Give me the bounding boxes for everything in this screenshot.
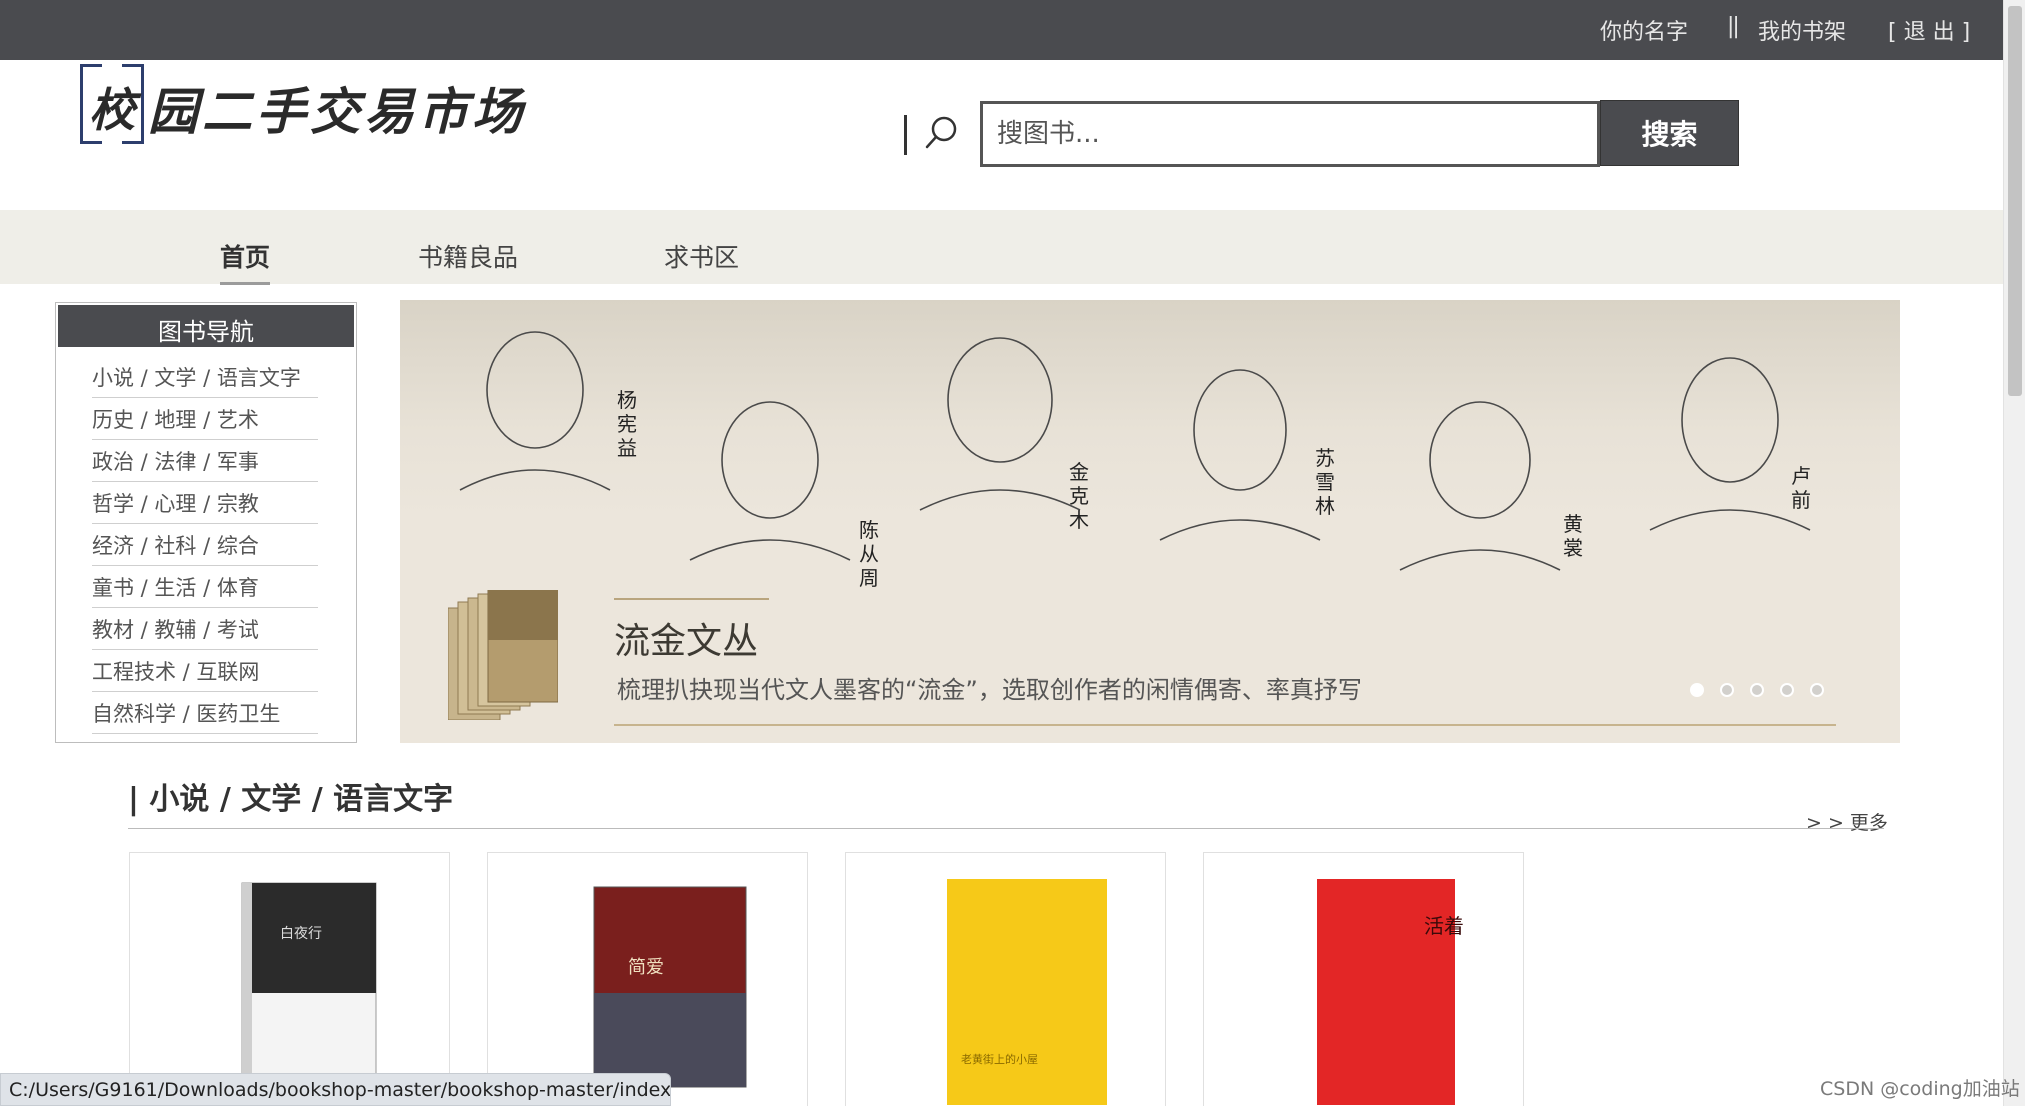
search-input[interactable] xyxy=(980,101,1600,167)
book-card[interactable]: 活着 xyxy=(1203,852,1524,1106)
sidebar-title: 图书导航 xyxy=(58,305,354,347)
logo-text: 园二手交易市场 xyxy=(148,82,526,141)
sidebar-item-textbooks[interactable]: 教材 / 教辅 / 考试 xyxy=(92,608,318,650)
sidebar-item-fiction[interactable]: 小说 / 文学 / 语言文字 xyxy=(92,356,318,398)
sidebar-item-economics[interactable]: 经济 / 社科 / 综合 xyxy=(92,524,318,566)
book-card[interactable]: 白夜行 xyxy=(129,852,450,1106)
banner-baseline xyxy=(614,724,1836,726)
nav-good-books[interactable]: 书籍良品 xyxy=(418,238,518,274)
watermark: CSDN @coding加油站 xyxy=(1820,1078,2020,1100)
sidebar-item-children[interactable]: 童书 / 生活 / 体育 xyxy=(92,566,318,608)
section-divider xyxy=(128,828,1884,829)
banner-name-3: 金克木 xyxy=(1069,460,1089,532)
book-cover-title: 老黄街上的小屋 xyxy=(961,1052,1038,1066)
carousel-dot-5[interactable] xyxy=(1810,683,1824,697)
banner-title: 流金文丛 xyxy=(614,621,759,662)
main-nav: 首页 书籍良品 求书区 xyxy=(0,210,2003,284)
nav-request-books[interactable]: 求书区 xyxy=(664,238,739,274)
carousel-dot-4[interactable] xyxy=(1780,683,1794,697)
banner-name-4: 苏雪林 xyxy=(1315,446,1335,518)
banner-name-5: 黄裳 xyxy=(1563,512,1583,560)
promo-banner[interactable]: 杨宪益 陈从周 金克木 苏雪林 黄裳 卢前 流金文丛 梳理扒抉现当代文人墨客的“… xyxy=(400,300,1900,743)
site-logo[interactable]: 校 园二手交易市场 xyxy=(80,62,522,146)
banner-subtitle: 梳理扒抉现当代文人墨客的“流金”，选取创作者的闲情偶寄、率真抒写 xyxy=(617,676,1362,704)
sidebar-item-philosophy[interactable]: 哲学 / 心理 / 宗教 xyxy=(92,482,318,524)
search-divider xyxy=(904,115,907,155)
logout-link[interactable]: [ 退 出 ] xyxy=(1888,14,1970,46)
book-cover-title: 简爱 xyxy=(628,957,664,978)
banner-name-6: 卢前 xyxy=(1791,464,1811,512)
carousel-dot-3[interactable] xyxy=(1750,683,1764,697)
carousel-dot-2[interactable] xyxy=(1720,683,1734,697)
sidebar-item-science[interactable]: 自然科学 / 医药卫生 xyxy=(92,692,318,734)
scrollbar-thumb[interactable] xyxy=(2008,6,2022,396)
top-bar: 你的名字 || 我的书架 [ 退 出 ] xyxy=(0,0,2003,60)
sidebar-item-history[interactable]: 历史 / 地理 / 艺术 xyxy=(92,398,318,440)
bookshelf-link[interactable]: 我的书架 xyxy=(1758,14,1846,46)
book-cover-image: 活着 xyxy=(1317,879,1464,1105)
nav-active-indicator xyxy=(220,282,270,285)
section-title: | 小说 / 文学 / 语言文字 xyxy=(128,782,454,817)
banner-book-set-image xyxy=(448,590,558,720)
status-bar-url: C:/Users/G9161/Downloads/bookshop-master… xyxy=(0,1073,671,1106)
book-card[interactable]: 简爱 xyxy=(487,852,808,1106)
search-icon xyxy=(922,114,962,154)
nav-home[interactable]: 首页 xyxy=(220,238,270,274)
carousel-dot-1[interactable] xyxy=(1690,683,1704,697)
logo-seal-char: 校 xyxy=(89,83,135,137)
username-link[interactable]: 你的名字 xyxy=(1600,14,1688,46)
book-cover-image: 老黄街上的小屋 xyxy=(947,879,1107,1105)
book-cover-title: 活着 xyxy=(1424,914,1464,938)
book-cover-image: 白夜行 xyxy=(241,882,377,1106)
topbar-separator: || xyxy=(1727,14,1740,39)
banner-name-1: 杨宪益 xyxy=(617,388,637,460)
sidebar-item-politics[interactable]: 政治 / 法律 / 军事 xyxy=(92,440,318,482)
search-button[interactable]: 搜索 xyxy=(1600,100,1739,166)
book-category-sidebar: 图书导航 小说 / 文学 / 语言文字 历史 / 地理 / 艺术 政治 / 法律… xyxy=(55,302,357,743)
book-card[interactable]: 老黄街上的小屋 xyxy=(845,852,1166,1106)
banner-title-rule xyxy=(614,598,769,600)
banner-name-2: 陈从周 xyxy=(859,518,879,590)
book-cover-image: 简爱 xyxy=(593,886,747,1088)
vertical-scrollbar[interactable] xyxy=(2003,0,2025,1106)
book-cover-title: 白夜行 xyxy=(280,926,322,942)
sidebar-item-engineering[interactable]: 工程技术 / 互联网 xyxy=(92,650,318,692)
more-link[interactable]: > > 更多 xyxy=(1806,808,1888,835)
